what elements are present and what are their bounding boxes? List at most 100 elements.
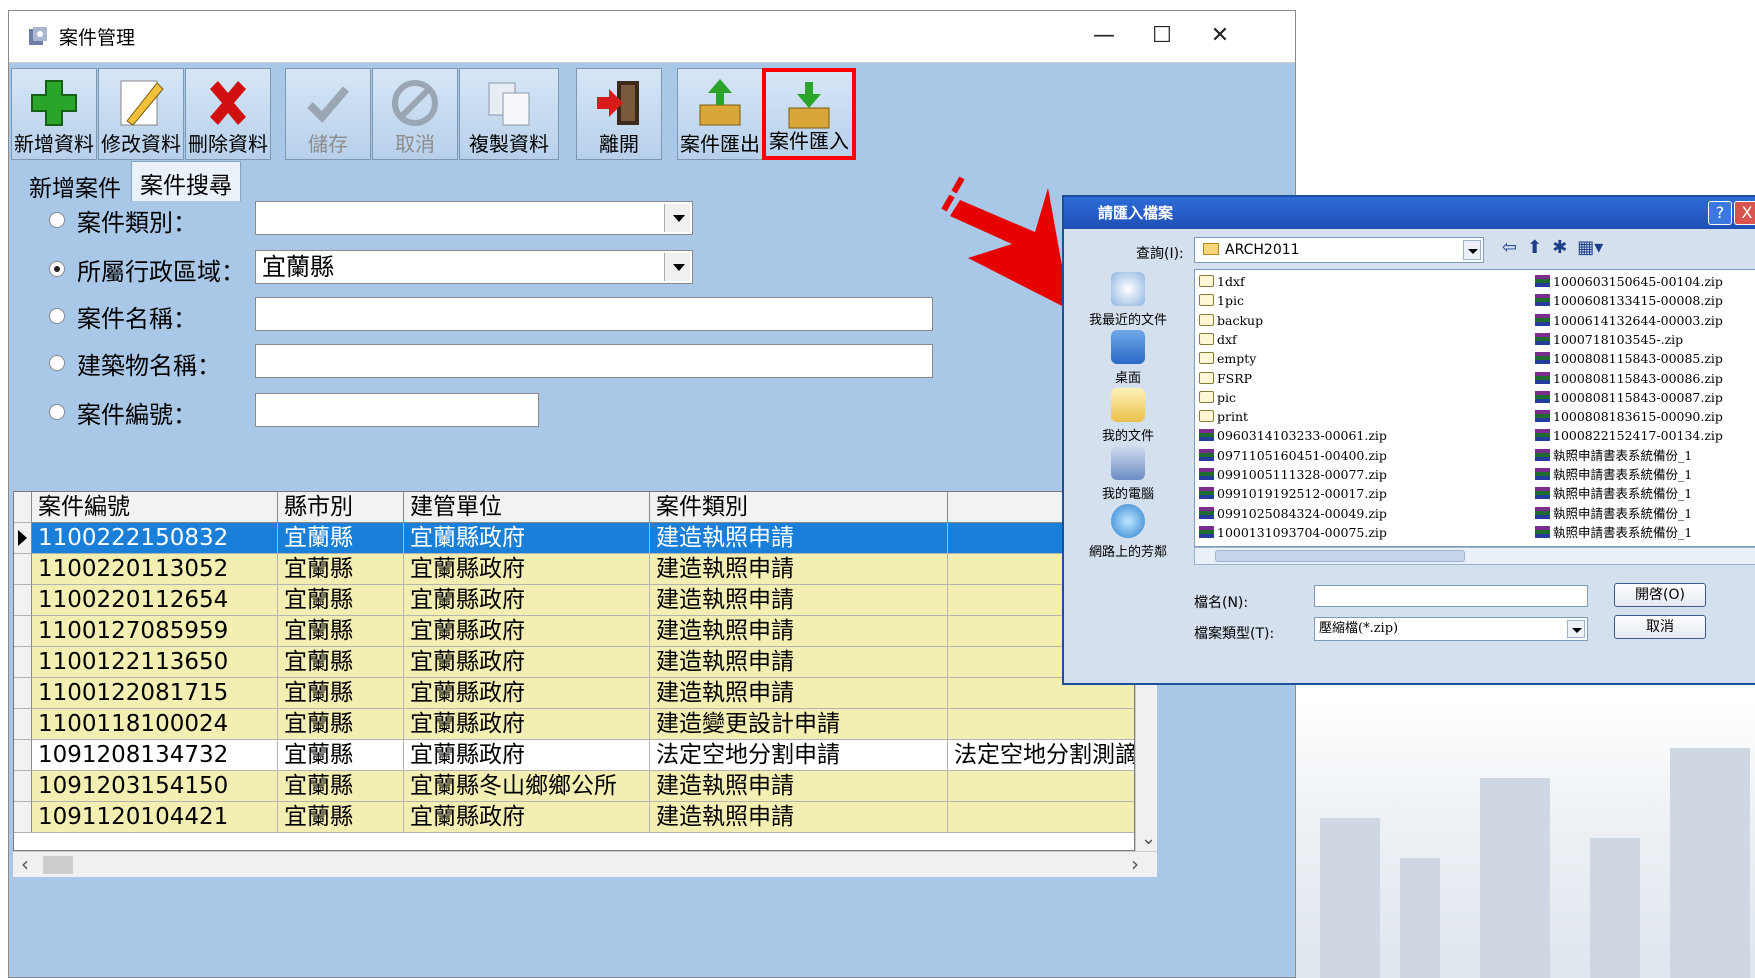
table-cell[interactable]: 建造執照申請 <box>650 678 948 709</box>
table-cell[interactable]: 宜蘭縣 <box>278 678 404 709</box>
row-header-cell[interactable] <box>14 771 32 802</box>
chevron-left-icon[interactable]: ‹ <box>21 852 29 876</box>
row-header-cell[interactable] <box>14 678 32 709</box>
file-list-item[interactable]: 0960314103233-00061.zip <box>1197 426 1387 445</box>
table-cell[interactable]: 宜蘭縣政府 <box>404 585 650 616</box>
dialog-cancel-button[interactable]: 取消 <box>1614 615 1706 639</box>
file-list-item[interactable]: backup <box>1197 311 1263 330</box>
file-list-item[interactable]: 執照申請書表系統備份_1 <box>1533 523 1692 542</box>
file-list-item[interactable]: 1000808115843-00085.zip <box>1533 349 1723 368</box>
case-type-dropdown[interactable] <box>255 201 693 235</box>
delete-record-button[interactable]: 刪除資料 <box>185 68 271 160</box>
table-cell[interactable]: 建造執照申請 <box>650 585 948 616</box>
tab-case-search[interactable]: 案件搜尋 <box>131 161 241 201</box>
chevron-down-icon[interactable] <box>664 253 690 281</box>
table-cell[interactable]: 建造執照申請 <box>650 771 948 802</box>
table-row[interactable]: 1100118100024 宜蘭縣 宜蘭縣政府 建造變更設計申請 <box>14 709 1134 740</box>
table-cell[interactable]: 宜蘭縣 <box>278 554 404 585</box>
table-cell[interactable]: 宜蘭縣 <box>278 616 404 647</box>
filename-input[interactable] <box>1314 585 1588 607</box>
chevron-down-icon[interactable] <box>1567 620 1585 638</box>
chevron-down-icon[interactable]: ⌄ <box>1141 828 1156 849</box>
row-header-cell[interactable] <box>14 740 32 771</box>
place-computer[interactable]: 我的電腦 <box>1078 446 1178 502</box>
file-list-item[interactable]: 0991019192512-00017.zip <box>1197 484 1387 503</box>
building-name-input[interactable] <box>255 344 933 378</box>
file-list-item[interactable]: print <box>1197 407 1248 426</box>
table-cell[interactable]: 1100118100024 <box>32 709 278 740</box>
scroll-thumb[interactable] <box>43 856 73 874</box>
export-case-button[interactable]: 案件匯出 <box>677 68 763 160</box>
case-name-radio[interactable] <box>49 308 65 324</box>
close-button[interactable]: ✕ <box>1197 17 1243 55</box>
table-cell[interactable]: 法定空地分割申請 <box>650 740 948 771</box>
row-header-cell[interactable] <box>14 647 32 678</box>
file-list-item[interactable]: 1000822152417-00134.zip <box>1533 426 1723 445</box>
place-documents[interactable]: 我的文件 <box>1078 388 1178 444</box>
table-cell[interactable] <box>948 709 1134 740</box>
grid-horizontal-scrollbar[interactable]: ‹ › <box>13 851 1157 877</box>
table-cell[interactable]: 宜蘭縣 <box>278 585 404 616</box>
back-icon[interactable]: ⇦ <box>1502 237 1517 258</box>
column-header-case-no[interactable]: 案件編號 <box>32 492 278 523</box>
up-folder-icon[interactable]: ⬆ <box>1527 237 1542 258</box>
file-list-item[interactable]: 1000808115843-00086.zip <box>1533 369 1723 388</box>
column-header-unit[interactable]: 建管單位 <box>404 492 650 523</box>
table-cell[interactable]: 宜蘭縣政府 <box>404 647 650 678</box>
place-desktop[interactable]: 桌面 <box>1078 330 1178 386</box>
row-header-cell[interactable] <box>14 802 32 833</box>
tab-new-case[interactable]: 新增案件 <box>21 165 129 202</box>
file-list-item[interactable]: pic <box>1197 388 1236 407</box>
file-list-item[interactable]: 執照申請書表系統備份_1 <box>1533 484 1692 503</box>
table-cell[interactable]: 宜蘭縣 <box>278 709 404 740</box>
filetype-dropdown[interactable]: 壓縮檔(*.zip) <box>1314 617 1588 641</box>
table-cell[interactable]: 宜蘭縣 <box>278 771 404 802</box>
table-cell[interactable]: 1100220113052 <box>32 554 278 585</box>
column-header-case-type[interactable]: 案件類別 <box>650 492 948 523</box>
chevron-down-icon[interactable] <box>1463 240 1481 260</box>
table-row[interactable]: 1100122113650 宜蘭縣 宜蘭縣政府 建造執照申請 <box>14 647 1134 678</box>
file-list-item[interactable]: 1000808183615-00090.zip <box>1533 407 1723 426</box>
table-cell[interactable]: 法定空地分割測謫 <box>948 740 1134 771</box>
place-network[interactable]: 網路上的芳鄰 <box>1078 504 1178 560</box>
case-type-radio[interactable] <box>49 212 65 228</box>
table-cell[interactable]: 宜蘭縣 <box>278 802 404 833</box>
file-list-item[interactable]: dxf <box>1197 330 1237 349</box>
table-cell[interactable]: 1091203154150 <box>32 771 278 802</box>
file-list-item[interactable]: 執照申請書表系統備份_1 <box>1533 504 1692 523</box>
table-cell[interactable]: 宜蘭縣政府 <box>404 678 650 709</box>
table-cell[interactable]: 宜蘭縣政府 <box>404 740 650 771</box>
table-cell[interactable]: 1100220112654 <box>32 585 278 616</box>
table-cell[interactable]: 宜蘭縣 <box>278 523 404 554</box>
file-list-item[interactable]: 1000808115843-00087.zip <box>1533 388 1723 407</box>
table-row[interactable]: 1100220112654 宜蘭縣 宜蘭縣政府 建造執照申請 <box>14 585 1134 616</box>
file-list-item[interactable]: 1dxf <box>1197 272 1245 291</box>
place-recent[interactable]: 我最近的文件 <box>1078 272 1178 328</box>
table-cell[interactable]: 建造執照申請 <box>650 802 948 833</box>
file-list-item[interactable]: 執照申請書表系統備份_1 <box>1533 446 1692 465</box>
new-folder-icon[interactable]: ✱ <box>1552 237 1567 258</box>
add-record-button[interactable]: 新增資料 <box>11 68 97 160</box>
table-cell[interactable] <box>948 771 1134 802</box>
table-cell[interactable]: 宜蘭縣冬山鄉鄉公所 <box>404 771 650 802</box>
file-list-item[interactable]: 0991005111328-00077.zip <box>1197 465 1387 484</box>
case-no-radio[interactable] <box>49 404 65 420</box>
file-list-item[interactable]: FSRP <box>1197 369 1252 388</box>
table-cell[interactable]: 1100222150832 <box>32 523 278 554</box>
scroll-thumb[interactable] <box>1215 550 1465 562</box>
table-cell[interactable]: 1100122113650 <box>32 647 278 678</box>
row-header-cell[interactable] <box>14 523 32 554</box>
table-row[interactable]: 1091203154150 宜蘭縣 宜蘭縣冬山鄉鄉公所 建造執照申請 <box>14 771 1134 802</box>
file-list-item[interactable]: 1pic <box>1197 291 1244 310</box>
table-cell[interactable]: 建造執照申請 <box>650 523 948 554</box>
chevron-right-icon[interactable]: › <box>1131 852 1139 876</box>
district-radio[interactable] <box>49 261 65 277</box>
row-header-cell[interactable] <box>14 585 32 616</box>
file-list-item[interactable]: 1000603150645-00104.zip <box>1533 272 1723 291</box>
table-cell[interactable] <box>948 802 1134 833</box>
view-menu-icon[interactable]: ▦▾ <box>1577 237 1603 258</box>
row-header-cell[interactable] <box>14 616 32 647</box>
table-cell[interactable]: 1091208134732 <box>32 740 278 771</box>
chevron-down-icon[interactable] <box>664 204 690 232</box>
copy-record-button[interactable]: 複製資料 <box>459 68 559 160</box>
